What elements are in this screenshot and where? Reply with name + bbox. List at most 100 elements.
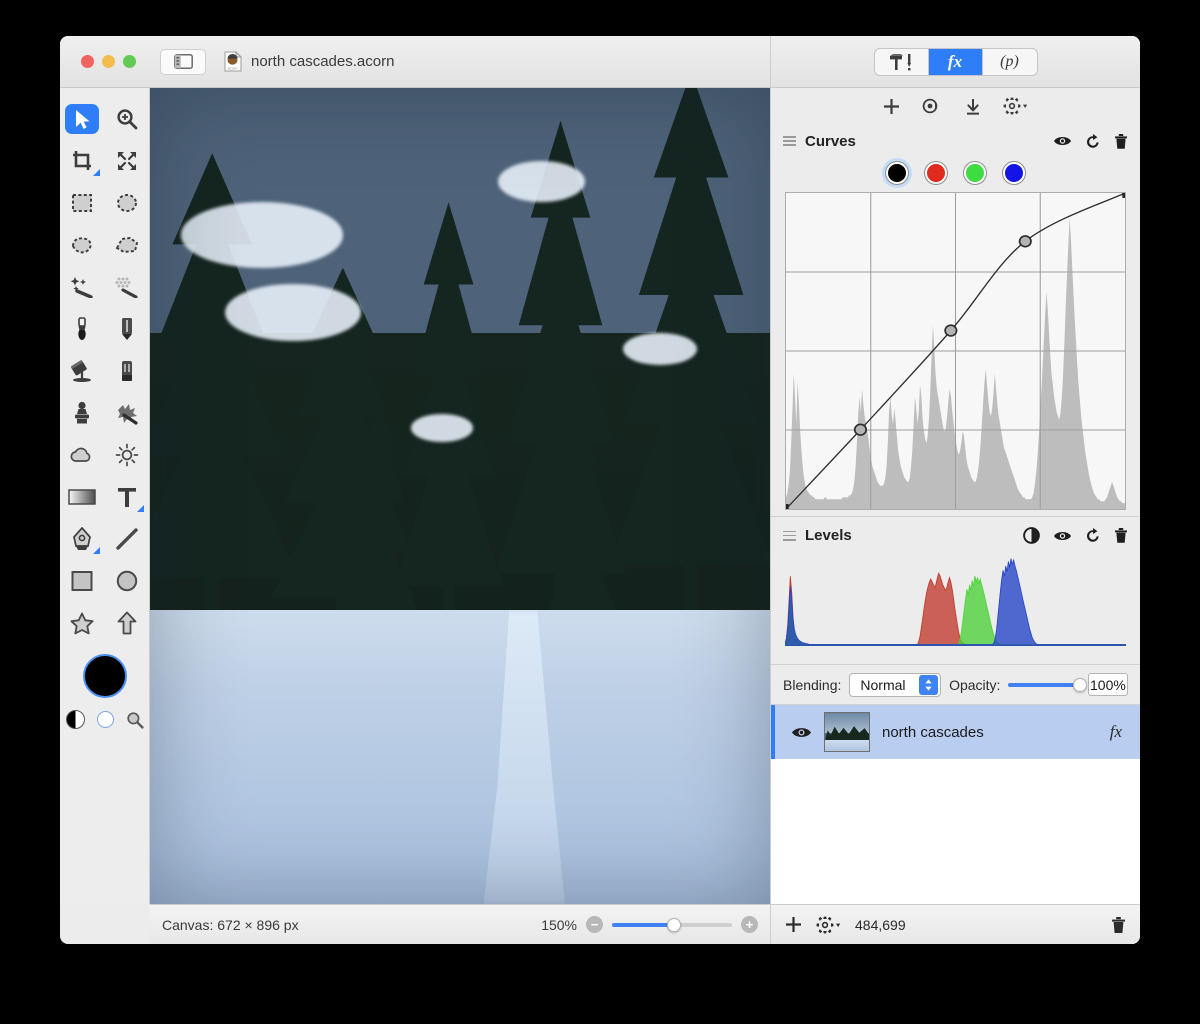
inspector-panel: fx (p) Curves Levels Blending: Normal Op… [770, 36, 1140, 944]
rectangular-selection-tool[interactable] [60, 182, 105, 224]
zoom-slider-knob[interactable] [667, 917, 682, 932]
cloud-icon [70, 447, 91, 462]
acorn-app-window: acorn north cascades.acorn Canvas: 672 ×… [60, 36, 1140, 944]
move-tool[interactable] [60, 98, 105, 140]
zoom-controls: 150% − + [541, 916, 758, 933]
zoom-slider[interactable] [612, 917, 732, 932]
palettes-segment[interactable]: (p) [983, 49, 1037, 75]
eraser-tool[interactable] [105, 350, 150, 392]
text-tool[interactable] [105, 476, 150, 518]
smudge-tool[interactable] [105, 392, 150, 434]
dashed-ellipse-icon [116, 194, 137, 212]
paint-bucket-icon [71, 360, 92, 382]
channel-composite[interactable] [886, 162, 908, 184]
gear-dropdown-icon[interactable] [1003, 97, 1028, 115]
curves-panel-actions [1053, 133, 1128, 150]
swap-colors-icon[interactable] [65, 710, 85, 729]
magnifier-icon[interactable] [126, 711, 144, 729]
background-color-swatch[interactable] [96, 711, 114, 728]
contrast-half-circle-icon[interactable] [1023, 527, 1040, 544]
text-t-icon [117, 488, 136, 507]
tool-submenu-indicator[interactable] [137, 505, 144, 512]
transform-tool[interactable] [105, 140, 150, 182]
magic-wand-tool[interactable] [60, 266, 105, 308]
trash-icon[interactable] [1114, 527, 1128, 544]
line-icon [116, 528, 138, 550]
pen-nib-icon [73, 527, 92, 550]
lasso-tool[interactable] [60, 224, 105, 266]
dashed-rectangle-icon [72, 194, 93, 212]
gradient-tool[interactable] [60, 476, 105, 518]
eye-icon[interactable] [1053, 134, 1072, 148]
layer-effects-badge[interactable]: fx [1110, 722, 1122, 742]
plus-icon[interactable] [883, 98, 900, 115]
blending-mode-value: Normal [860, 676, 906, 693]
inspector-segmented-control: fx (p) [771, 36, 1140, 88]
bezier-pen-tool[interactable] [60, 518, 105, 560]
foreground-color-swatch[interactable] [82, 654, 127, 698]
opacity-slider[interactable] [1008, 677, 1087, 692]
polygon-lasso-tool[interactable] [105, 224, 150, 266]
tool-submenu-indicator[interactable] [92, 547, 100, 554]
zoom-out-button[interactable]: − [586, 916, 603, 933]
opacity-slider-knob[interactable] [1072, 677, 1087, 692]
dodge-tool[interactable] [105, 434, 150, 476]
filters-segment-label: fx [947, 51, 963, 71]
sidebar-toggle-button[interactable] [160, 48, 206, 75]
star-shape-tool[interactable] [60, 602, 105, 644]
acorn-document-icon: acorn [224, 51, 242, 72]
drag-grip-icon[interactable] [783, 136, 796, 146]
delete-layer-button[interactable] [1111, 916, 1126, 934]
pencil-tool[interactable] [105, 308, 150, 350]
brush-tool[interactable] [60, 308, 105, 350]
filters-segment[interactable]: fx [928, 48, 983, 75]
image-canvas[interactable] [150, 88, 772, 904]
color-controls-row [60, 710, 149, 729]
minimize-window-button[interactable] [102, 55, 115, 68]
zoom-tool[interactable] [105, 98, 150, 140]
download-arrow-icon[interactable] [965, 98, 981, 115]
channel-red[interactable] [925, 162, 947, 184]
hammer-tools-icon [890, 53, 911, 70]
close-window-button[interactable] [81, 55, 94, 68]
eye-icon[interactable] [791, 725, 812, 740]
traffic-lights [81, 55, 136, 68]
paint-bucket-tool[interactable] [60, 350, 105, 392]
plus-icon[interactable] [785, 916, 802, 933]
zoom-in-button[interactable]: + [741, 916, 758, 933]
elliptical-selection-tool[interactable] [105, 182, 150, 224]
document-title: north cascades.acorn [251, 53, 395, 70]
canvas-area[interactable] [150, 88, 772, 904]
blending-mode-select[interactable]: Normal [849, 672, 942, 697]
reset-arrow-icon[interactable] [1085, 133, 1101, 150]
drag-grip-icon[interactable] [783, 530, 796, 541]
crop-tool[interactable] [60, 140, 105, 182]
clone-stamp-tool[interactable] [60, 392, 105, 434]
trash-icon[interactable] [1114, 133, 1128, 150]
filter-toolbar [771, 88, 1140, 124]
ellipse-shape-tool[interactable] [105, 560, 150, 602]
blending-row: Blending: Normal Opacity: 100% [771, 664, 1140, 704]
arrow-shape-tool[interactable] [105, 602, 150, 644]
trash-icon [1112, 916, 1125, 933]
channel-green[interactable] [964, 162, 986, 184]
opacity-value-field[interactable]: 100% [1087, 673, 1129, 696]
layer-row[interactable]: north cascades fx [771, 705, 1140, 759]
line-tool[interactable] [105, 518, 150, 560]
curves-graph[interactable] [785, 192, 1126, 510]
tools-segment[interactable] [875, 48, 929, 75]
pencil-icon [121, 318, 132, 340]
tool-submenu-indicator[interactable] [92, 169, 100, 176]
eye-icon[interactable] [1053, 529, 1072, 543]
color-swatches [60, 654, 149, 698]
channel-blue[interactable] [1003, 162, 1025, 184]
levels-histogram[interactable] [785, 554, 1126, 646]
stepper-chevrons-icon[interactable] [919, 675, 939, 695]
rectangle-shape-tool[interactable] [60, 560, 105, 602]
maximize-window-button[interactable] [123, 55, 136, 68]
gear-dropdown-icon[interactable] [816, 916, 841, 934]
reset-arrow-icon[interactable] [1085, 527, 1101, 544]
instant-alpha-tool[interactable] [105, 266, 150, 308]
eye-preview-icon[interactable] [922, 98, 943, 114]
blur-tool[interactable] [60, 434, 105, 476]
